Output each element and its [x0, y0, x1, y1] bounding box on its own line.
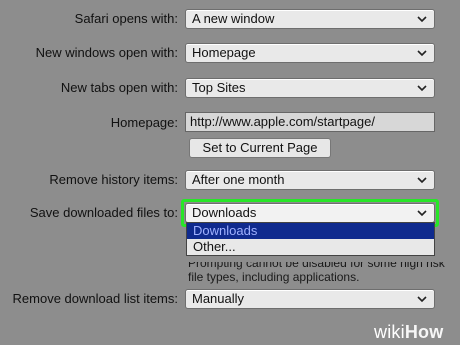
watermark-prefix: wiki: [374, 322, 405, 342]
save-downloads-dropdown: Downloads Other...: [186, 222, 435, 256]
chevron-down-icon: [417, 85, 427, 92]
safari-opens-label: Safari opens with:: [74, 11, 178, 26]
new-windows-select[interactable]: Homepage: [185, 43, 435, 63]
wikihow-watermark: wikiHow: [374, 322, 443, 343]
homepage-label: Homepage:: [110, 115, 178, 130]
remove-download-list-label: Remove download list items:: [12, 291, 178, 306]
remove-history-select[interactable]: After one month: [185, 170, 435, 190]
option-other[interactable]: Other...: [187, 239, 434, 255]
safari-opens-value: A new window: [192, 11, 275, 26]
homepage-field[interactable]: http://www.apple.com/startpage/: [185, 112, 435, 132]
watermark-suffix: How: [404, 322, 444, 342]
new-windows-label: New windows open with:: [35, 45, 178, 60]
save-downloads-label: Save downloaded files to:: [29, 205, 178, 220]
set-current-page-button[interactable]: Set to Current Page: [189, 138, 331, 158]
chevron-down-icon: [417, 296, 427, 303]
save-downloads-value: Downloads: [192, 205, 257, 220]
new-windows-value: Homepage: [192, 45, 256, 60]
save-downloads-select[interactable]: Downloads: [185, 203, 435, 223]
chevron-down-icon: [417, 16, 427, 23]
new-tabs-select[interactable]: Top Sites: [185, 78, 435, 98]
safari-opens-select[interactable]: A new window: [185, 9, 435, 29]
new-tabs-value: Top Sites: [192, 80, 246, 95]
hint-overlap-mask: [188, 256, 448, 262]
chevron-down-icon: [417, 210, 427, 217]
chevron-down-icon: [417, 50, 427, 57]
download-hint-text: Prompting cannot be disabled for some hi…: [188, 256, 448, 284]
remove-history-label: Remove history items:: [49, 172, 178, 187]
option-downloads[interactable]: Downloads: [187, 223, 434, 239]
remove-download-list-value: Manually: [192, 291, 245, 306]
remove-download-list-select[interactable]: Manually: [185, 289, 435, 309]
new-tabs-label: New tabs open with:: [60, 80, 178, 95]
chevron-down-icon: [417, 177, 427, 184]
remove-history-value: After one month: [192, 172, 285, 187]
